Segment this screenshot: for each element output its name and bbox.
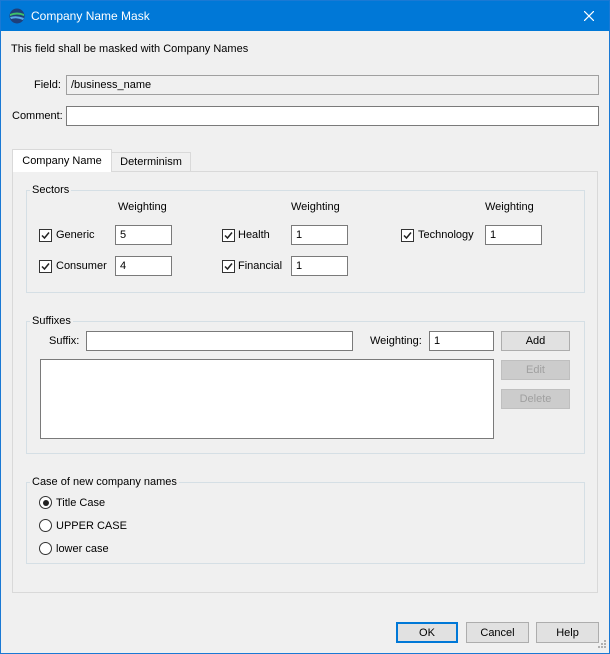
weighting-header: Weighting [291,201,340,213]
radio-title-case[interactable] [39,496,52,509]
weight-input-financial[interactable]: 1 [291,256,348,276]
radio-label-title-case: Title Case [56,497,106,509]
close-button[interactable] [569,1,609,31]
checkmark-icon [224,263,233,271]
ok-button[interactable]: OK [396,622,458,643]
comment-input[interactable] [66,106,599,126]
weighting-header: Weighting [118,201,167,213]
radio-selected-dot [42,499,49,506]
checkbox-generic[interactable] [39,229,52,242]
radio-label-upper-case: UPPER CASE [56,520,127,532]
weight-input-consumer[interactable]: 4 [115,256,172,276]
resize-grip-icon[interactable] [595,639,607,651]
weight-input-health[interactable]: 1 [291,225,348,245]
title-bar[interactable]: Company Name Mask [1,1,609,31]
window-title: Company Name Mask [31,9,150,23]
weight-input-technology[interactable]: 1 [485,225,542,245]
case-title: Case of new company names [30,476,179,488]
weighting-header: Weighting [485,201,534,213]
checkmark-icon [224,232,233,240]
field-input[interactable]: /business_name [66,75,599,95]
checkmark-icon [403,232,412,240]
radio-label-lower-case: lower case [56,543,109,555]
radio-upper-case[interactable] [39,519,52,532]
suffix-input[interactable] [86,331,353,351]
radio-lower-case[interactable] [39,542,52,555]
field-label: Field: [34,79,61,91]
tab-company-name[interactable]: Company Name [12,149,112,172]
tab-label: Company Name [22,155,102,167]
sectors-title: Sectors [30,184,72,196]
checkbox-label-generic: Generic [56,229,95,241]
suffix-label: Suffix: [49,335,80,347]
tab-label: Determinism [120,156,182,168]
edit-button[interactable]: Edit [501,360,570,380]
dialog-window: Company Name Mask This field shall be ma… [0,0,610,654]
checkbox-health[interactable] [222,229,235,242]
checkmark-icon [41,263,50,271]
description-text: This field shall be masked with Company … [11,43,249,55]
suffixes-title: Suffixes [30,315,73,327]
help-button[interactable]: Help [536,622,599,643]
cancel-button[interactable]: Cancel [466,622,529,643]
checkbox-label-technology: Technology [418,229,474,241]
checkbox-technology[interactable] [401,229,414,242]
weight-input-generic[interactable]: 5 [115,225,172,245]
checkmark-icon [41,232,50,240]
checkbox-label-consumer: Consumer [56,260,107,272]
suffix-weighting-label: Weighting: [370,335,422,347]
tab-determinism[interactable]: Determinism [111,152,191,172]
checkbox-consumer[interactable] [39,260,52,273]
globe-icon [9,8,25,24]
checkbox-label-financial: Financial [238,260,283,272]
close-icon[interactable] [584,11,594,21]
suffix-weighting-input[interactable]: 1 [429,331,494,351]
delete-button[interactable]: Delete [501,389,570,409]
checkbox-label-health: Health [238,229,270,241]
add-button[interactable]: Add [501,331,570,351]
comment-label: Comment: [12,110,63,122]
suffix-list[interactable] [40,359,494,439]
checkbox-financial[interactable] [222,260,235,273]
